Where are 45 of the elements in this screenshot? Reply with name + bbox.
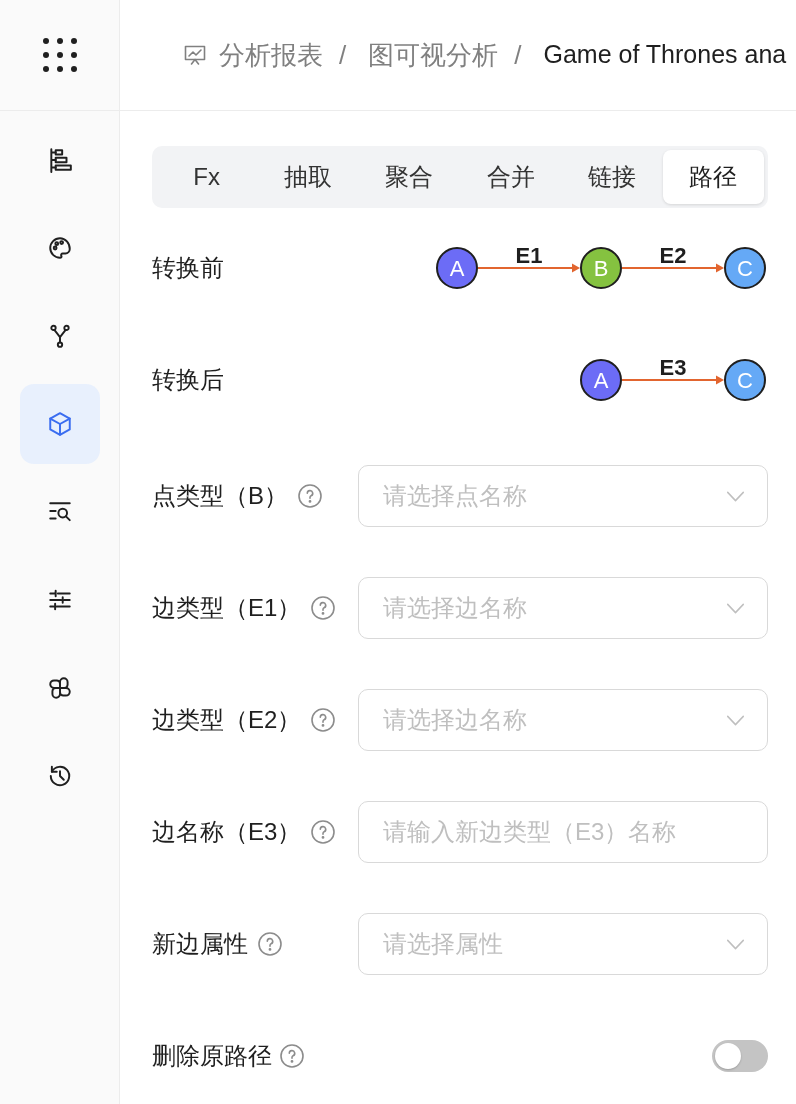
node-label: A [449, 256, 465, 281]
chevron-down-icon [726, 938, 745, 950]
palette-icon [46, 235, 73, 261]
node-label: A [593, 368, 609, 393]
text-input[interactable]: 请输入新边类型（E3）名称 [358, 801, 768, 863]
tab[interactable]: 聚合 [358, 150, 460, 204]
help-icon[interactable] [311, 708, 336, 732]
field-label: 边类型（E2） [152, 705, 302, 735]
field-label: 边名称（E3） [152, 817, 302, 847]
tab[interactable]: Fx [156, 150, 258, 204]
row-label: 转换后 [152, 365, 224, 395]
tab[interactable]: 合并 [460, 150, 562, 204]
cube-icon [46, 411, 73, 437]
app-grid-icon [42, 38, 77, 72]
tab[interactable]: 链接 [561, 150, 663, 204]
chevron-down-icon [726, 490, 745, 502]
breadcrumb-separator: / [339, 38, 347, 72]
breadcrumb-link[interactable]: 图可视分析 [368, 35, 499, 75]
breadcrumb-current: Game of Thrones ana [543, 39, 787, 71]
clover-icon [46, 675, 73, 701]
edge-label: E2 [659, 243, 687, 268]
breadcrumb-separator: / [514, 38, 522, 72]
sliders-icon [46, 587, 73, 613]
field-label: 点类型（B） [152, 481, 288, 511]
chevron-down-icon [726, 714, 745, 726]
field-label: 删除原路径 [152, 1041, 272, 1071]
help-icon[interactable] [311, 596, 336, 620]
chevron-down-icon [726, 602, 745, 614]
tab[interactable]: 路径 [662, 150, 764, 204]
node-label: C [737, 256, 753, 281]
node-label: C [737, 368, 753, 393]
help-icon[interactable] [311, 820, 336, 844]
help-icon[interactable] [298, 484, 322, 508]
node-label: B [593, 256, 609, 281]
help-icon[interactable] [258, 932, 282, 956]
edge-label: E1 [515, 243, 543, 268]
field-label: 新边属性 [152, 929, 248, 959]
tab[interactable]: 抽取 [257, 150, 359, 204]
toggle-switch[interactable] [712, 1040, 768, 1072]
edge-label: E3 [659, 355, 687, 380]
chart-board-icon [183, 43, 207, 67]
breadcrumb-link[interactable]: 分析报表 [219, 35, 323, 75]
row-label: 转换前 [152, 253, 224, 283]
field-label: 边类型（E1） [152, 593, 302, 623]
help-icon[interactable] [280, 1044, 304, 1068]
